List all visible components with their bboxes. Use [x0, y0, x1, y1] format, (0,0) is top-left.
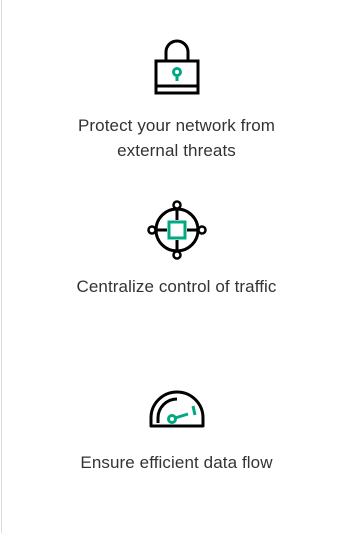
- caption-line: external threats: [117, 141, 236, 160]
- speedometer-icon: [147, 388, 207, 428]
- feature-caption: Centralize control of traffic: [76, 274, 276, 299]
- feature-caption: Ensure efficient data flow: [80, 450, 272, 475]
- padlock-icon: [153, 39, 201, 95]
- features-panel: Protect your network from external threa…: [1, 0, 351, 533]
- feature-centralize-control: Centralize control of traffic: [2, 200, 351, 299]
- caption-line: Ensure efficient data flow: [80, 453, 273, 472]
- caption-line: Centralize control of traffic: [76, 277, 277, 296]
- crosshair-network-icon: [146, 200, 207, 260]
- feature-efficient-data-flow: Ensure efficient data flow: [2, 388, 351, 475]
- feature-caption: Protect your network from external threa…: [78, 113, 275, 163]
- caption-line: Protect your network from: [77, 116, 276, 135]
- feature-protect-network: Protect your network from external threa…: [2, 39, 351, 163]
